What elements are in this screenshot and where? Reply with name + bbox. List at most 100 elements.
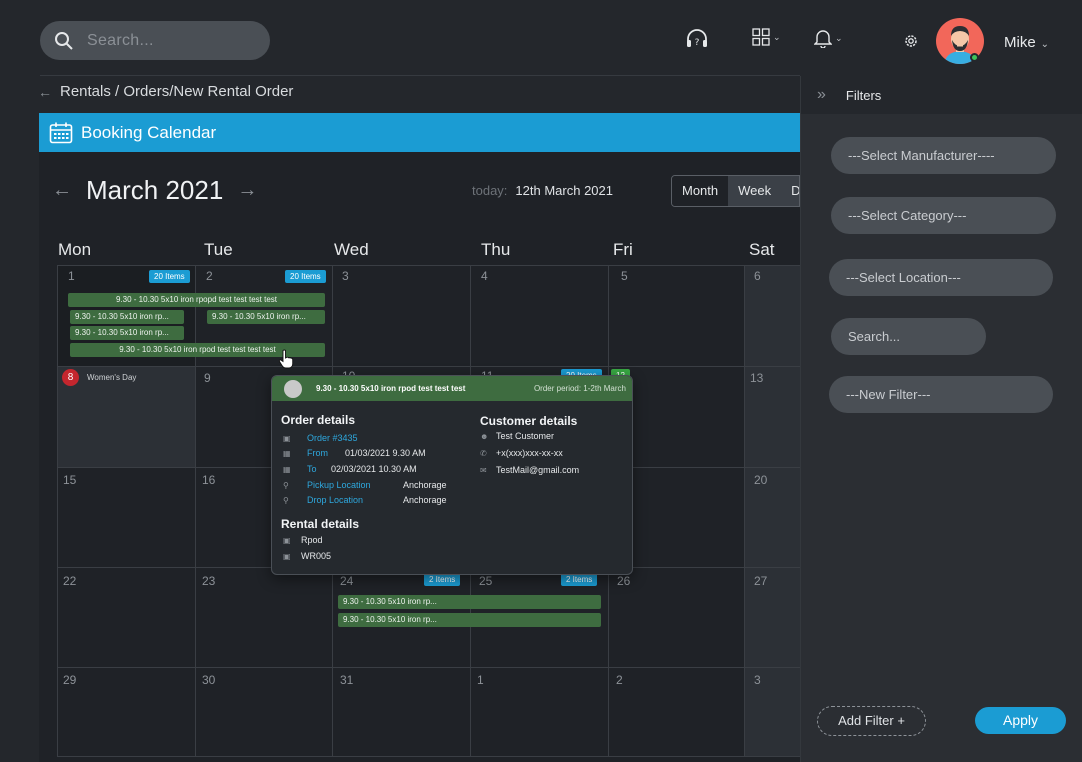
new-filter-dropdown[interactable]: ---New Filter--- bbox=[829, 376, 1053, 413]
items-badge[interactable]: 20 Items bbox=[149, 270, 190, 283]
search-placeholder: Search... bbox=[87, 31, 154, 49]
day-cell-8[interactable] bbox=[58, 367, 195, 467]
to-value: 02/03/2021 10.30 AM bbox=[331, 464, 417, 474]
day-number: 13 bbox=[750, 371, 764, 385]
bell-icon bbox=[814, 30, 832, 48]
chevron-down-icon: ⌄ bbox=[773, 31, 781, 42]
hand-cursor-icon bbox=[278, 349, 294, 369]
customer-phone: +x(xxx)xxx-xx-xx bbox=[496, 448, 563, 458]
day-number: 1 bbox=[477, 673, 484, 687]
day-number: 24 bbox=[340, 574, 354, 588]
filters-title: Filters bbox=[845, 87, 882, 103]
order-details-heading: Order details bbox=[281, 413, 356, 427]
band-title: Booking Calendar bbox=[81, 122, 217, 142]
popup-header: 9.30 - 10.30 5x10 iron rpod test test te… bbox=[272, 376, 632, 401]
apps-grid-button[interactable]: ⌄ bbox=[752, 28, 781, 46]
trailer-icon: ▣ bbox=[283, 551, 291, 561]
calendar-icon bbox=[49, 122, 73, 143]
view-switcher: Month Week D bbox=[671, 175, 800, 207]
day-number: 22 bbox=[63, 574, 77, 588]
user-menu[interactable]: Mike ⌄ bbox=[1004, 34, 1049, 51]
popup-title: 9.30 - 10.30 5x10 iron rpod test test te… bbox=[316, 384, 466, 393]
day-number: 23 bbox=[202, 574, 216, 588]
day-number: 9 bbox=[204, 371, 211, 385]
search-input[interactable]: Search... bbox=[40, 21, 270, 60]
customer-email-row: ✉ TestMail@gmail.com bbox=[480, 465, 579, 475]
rental-code-row: ▣ WR005 bbox=[283, 551, 331, 561]
day-number: 2 bbox=[206, 269, 213, 283]
collapse-panel-icon[interactable]: » bbox=[817, 86, 826, 104]
to-label: To bbox=[307, 464, 317, 474]
weekday-thu: Thu bbox=[481, 240, 511, 259]
order-number-link[interactable]: Order #3435 bbox=[307, 433, 358, 443]
svg-text:?: ? bbox=[695, 38, 700, 48]
month-title: March 2021 bbox=[86, 175, 224, 205]
select-location-dropdown[interactable]: ---Select Location--- bbox=[829, 259, 1053, 296]
back-arrow-icon[interactable]: ← bbox=[38, 84, 52, 100]
calendar-event[interactable]: 9.30 - 10.30 5x10 iron rpopd test test t… bbox=[68, 293, 325, 307]
calendar-event[interactable]: 9.30 - 10.30 5x10 iron rp... bbox=[70, 310, 184, 324]
rental-item: Rpod bbox=[301, 535, 323, 545]
order-period: Order period: 1-2th March bbox=[533, 384, 626, 393]
next-month-arrow-icon[interactable]: → bbox=[237, 179, 257, 202]
day-number: 3 bbox=[754, 673, 761, 687]
order-number-row: ▣ Order #3435 bbox=[283, 433, 368, 443]
to-row: ▦ To 02/03/2021 10.30 AM bbox=[283, 464, 417, 474]
phone-icon: ✆ bbox=[480, 448, 487, 458]
calendar-event[interactable]: 9.30 - 10.30 5x10 iron rp... bbox=[338, 613, 601, 627]
location-pin-icon: ⚲ bbox=[283, 480, 289, 490]
notifications-button[interactable]: ⌄ bbox=[814, 28, 843, 48]
top-bar: Search... ? ⌄ ⌄ Mike ⌄ bbox=[0, 0, 1082, 76]
gear-icon[interactable] bbox=[903, 33, 919, 49]
filter-search-input[interactable]: Search... bbox=[831, 318, 986, 355]
day-number: 6 bbox=[754, 269, 761, 283]
booking-calendar-header: Booking Calendar bbox=[39, 113, 800, 152]
calendar-event[interactable]: 9.30 - 10.30 5x10 iron rp... bbox=[207, 310, 325, 324]
day-number: 3 bbox=[342, 269, 349, 283]
headset-icon[interactable]: ? bbox=[685, 28, 709, 50]
trailer-icon: ▣ bbox=[283, 535, 291, 545]
from-value: 01/03/2021 9.30 AM bbox=[345, 448, 426, 458]
apply-button[interactable]: Apply bbox=[975, 707, 1066, 734]
day-number: 25 bbox=[479, 574, 493, 588]
view-month-button[interactable]: Month bbox=[672, 176, 729, 206]
calendar-icon: ▦ bbox=[283, 464, 291, 474]
day-number: 15 bbox=[63, 473, 77, 487]
add-filter-button[interactable]: Add Filter + bbox=[817, 706, 926, 736]
filters-header: » Filters bbox=[801, 76, 1082, 114]
items-badge[interactable]: 20 Items bbox=[285, 270, 326, 283]
filters-panel: » Filters bbox=[800, 76, 1082, 762]
view-day-button[interactable]: D bbox=[781, 176, 799, 206]
online-status-dot bbox=[970, 53, 979, 62]
location-pin-icon: ⚲ bbox=[283, 495, 289, 505]
day-number: 4 bbox=[481, 269, 488, 283]
day-number: 5 bbox=[621, 269, 628, 283]
day-number: 2 bbox=[616, 673, 623, 687]
user-icon: ☻ bbox=[480, 431, 489, 441]
calendar-event[interactable]: 9.30 - 10.30 5x10 iron rp... bbox=[338, 595, 601, 609]
select-category-dropdown[interactable]: ---Select Category--- bbox=[831, 197, 1056, 234]
chevron-down-icon: ⌄ bbox=[1040, 39, 1050, 50]
today-indicator: today: 12th March 2021 bbox=[472, 183, 613, 198]
pickup-label: Pickup Location bbox=[307, 480, 371, 490]
event-thumbnail bbox=[284, 379, 302, 398]
day-number: 20 bbox=[754, 473, 768, 487]
view-week-button[interactable]: Week bbox=[728, 176, 782, 206]
customer-phone-row: ✆ +x(xxx)xxx-xx-xx bbox=[480, 448, 563, 458]
grid-line bbox=[57, 366, 800, 367]
day-number: 16 bbox=[202, 473, 216, 487]
weekday-sat: Sat bbox=[749, 240, 775, 259]
drop-label: Drop Location bbox=[307, 495, 364, 505]
breadcrumb-text[interactable]: Rentals / Orders/New Rental Order bbox=[60, 83, 293, 100]
rental-details-heading: Rental details bbox=[281, 517, 360, 531]
calendar-event[interactable]: 9.30 - 10.30 5x10 iron rp... bbox=[70, 326, 184, 340]
breadcrumb: ← Rentals / Orders/New Rental Order bbox=[38, 83, 293, 100]
grid-line bbox=[57, 667, 800, 668]
select-manufacturer-dropdown[interactable]: ---Select Manufacturer---- bbox=[831, 137, 1056, 174]
pickup-value: Anchorage bbox=[403, 480, 447, 490]
prev-month-arrow-icon[interactable]: ← bbox=[52, 179, 72, 202]
today-label: today: bbox=[472, 183, 508, 198]
weekday-wed: Wed bbox=[334, 240, 369, 259]
grid-line bbox=[57, 265, 800, 266]
from-label: From bbox=[307, 448, 328, 458]
